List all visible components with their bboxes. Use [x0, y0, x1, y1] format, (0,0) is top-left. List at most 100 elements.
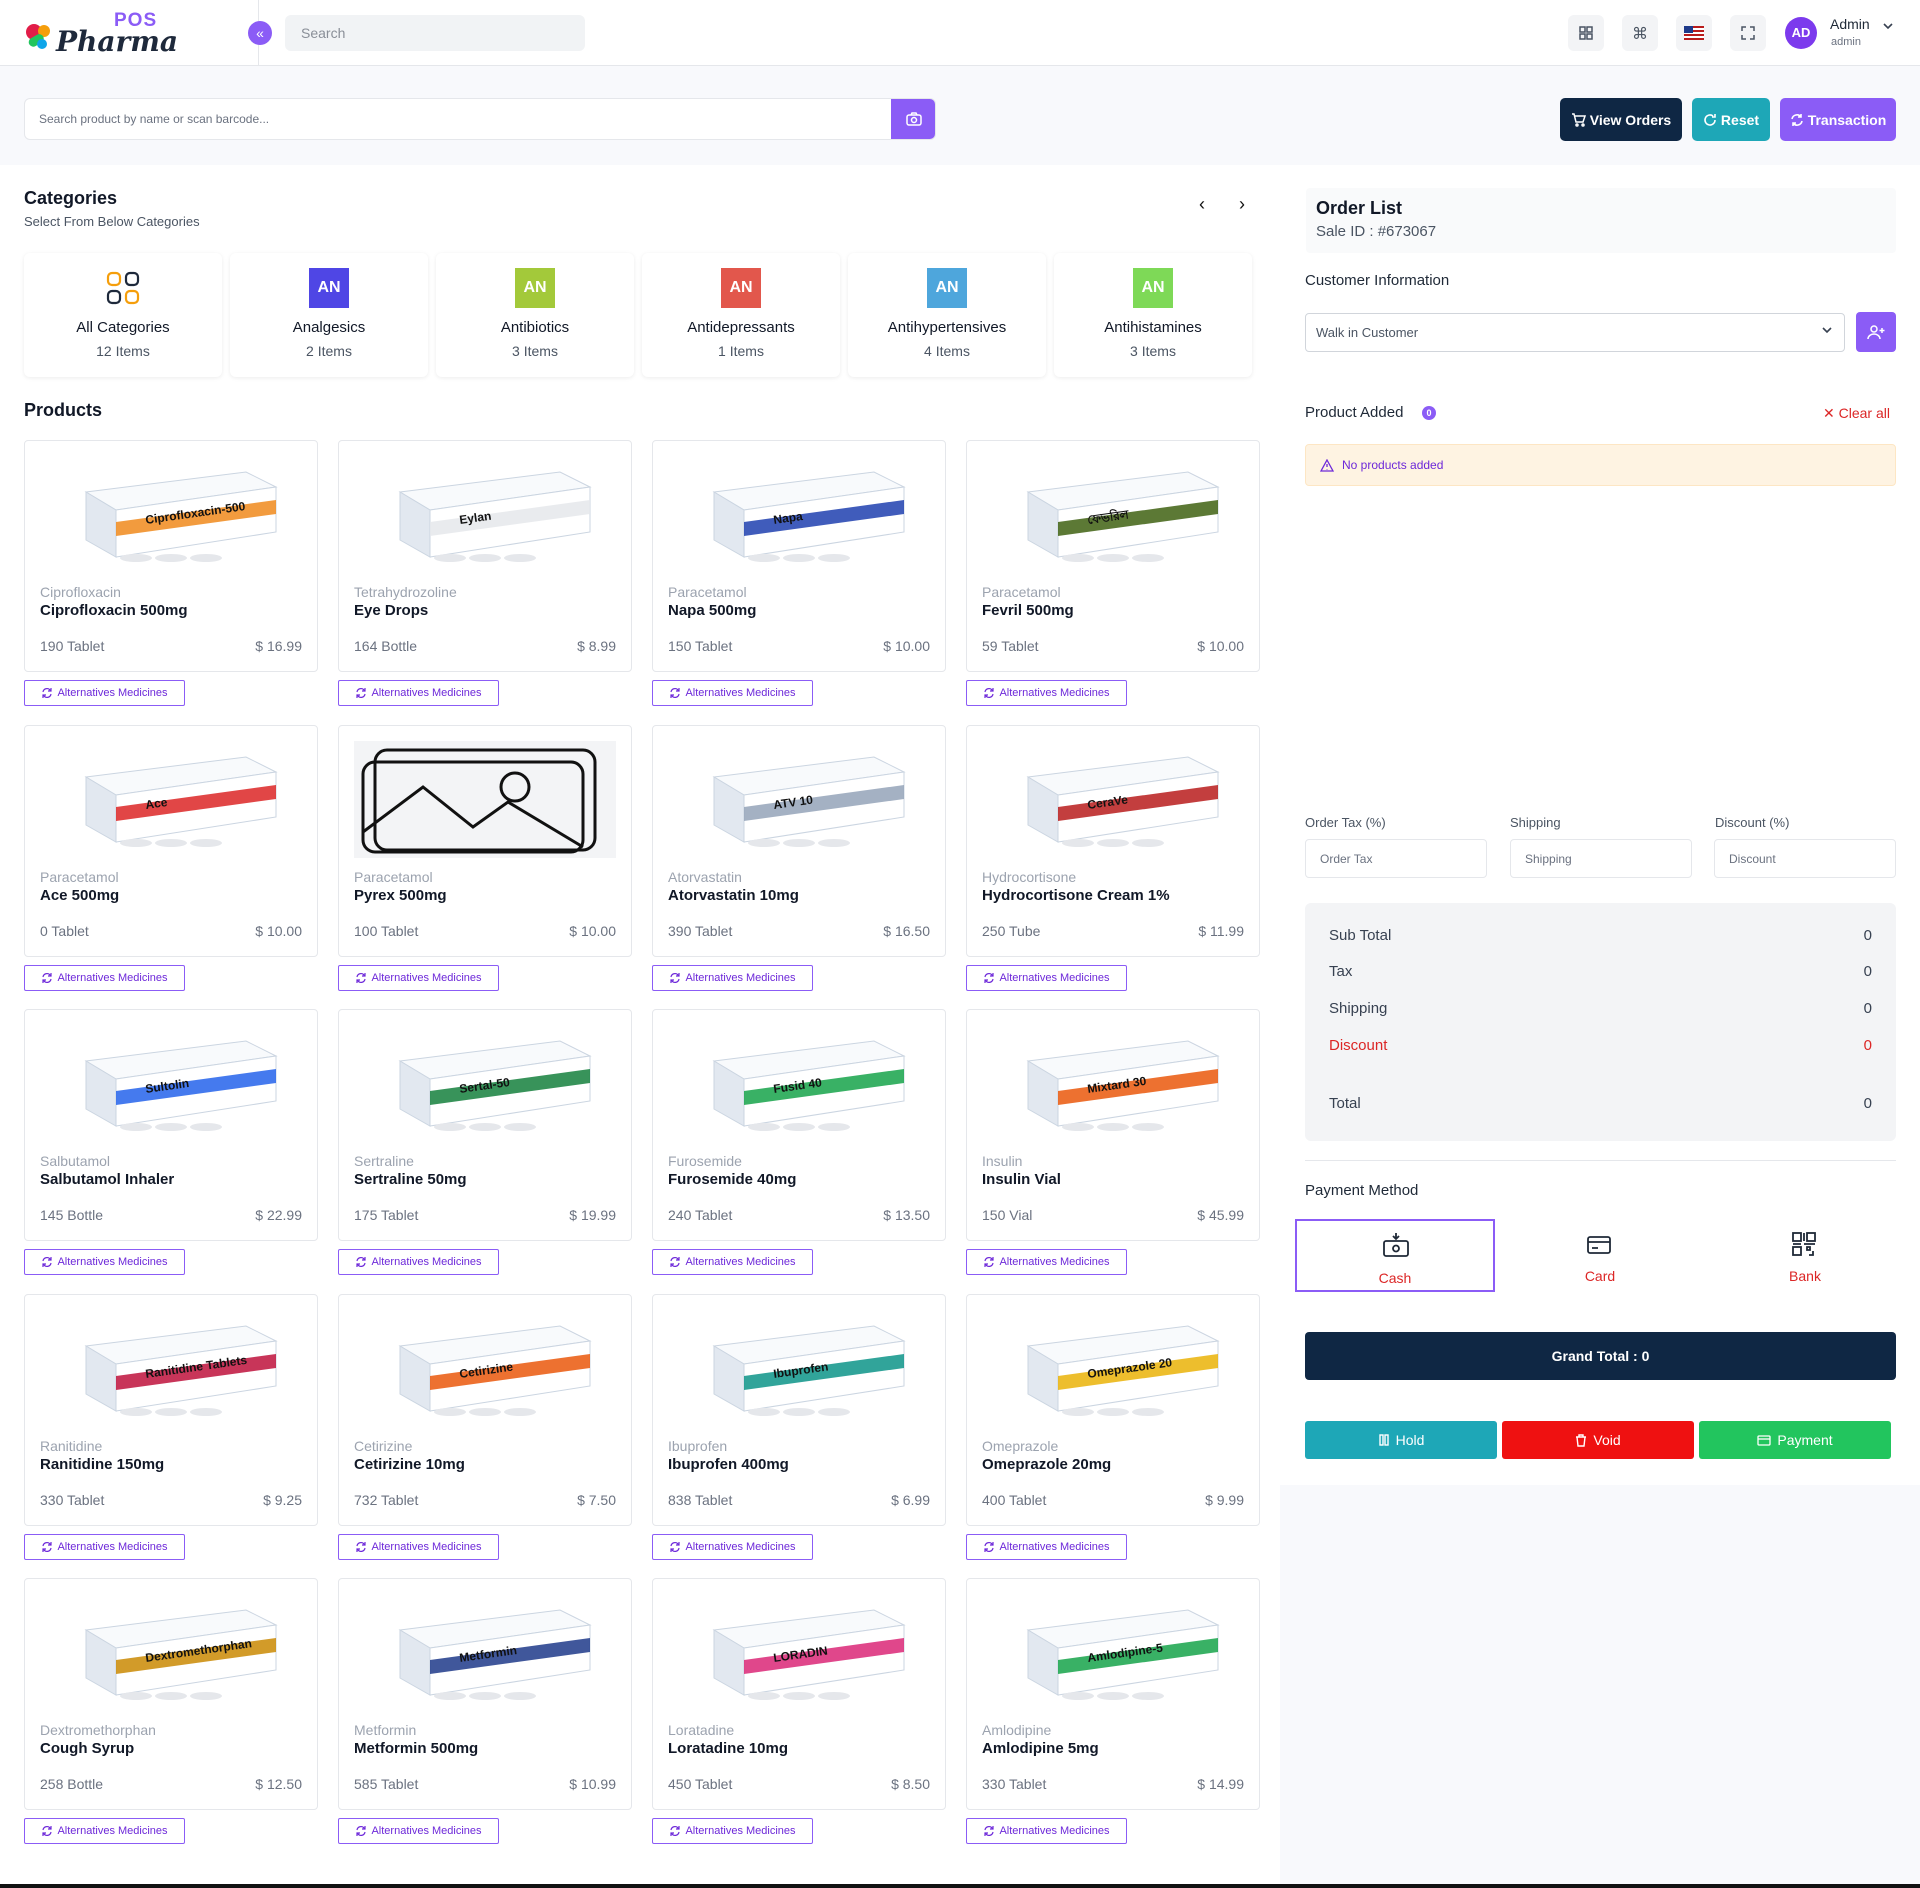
medicine-box-image: Mixtard 30 [1026, 1040, 1220, 1131]
product-card[interactable]: Omeprazole 20 Omeprazole Omeprazole 20mg 40… [966, 1294, 1260, 1526]
alternatives-button[interactable]: Alternatives Medicines [24, 1534, 185, 1560]
alternatives-button[interactable]: Alternatives Medicines [652, 965, 813, 991]
alternatives-button[interactable]: Alternatives Medicines [24, 1818, 185, 1844]
order-tax-input[interactable] [1305, 839, 1487, 878]
hold-button[interactable]: Hold [1305, 1421, 1497, 1459]
category-card[interactable]: AN Antihypertensives 4 Items [848, 253, 1046, 377]
fullscreen-icon[interactable] [1730, 15, 1766, 51]
credit-card-icon [1757, 1434, 1772, 1446]
categories-grid-icon [106, 271, 140, 305]
category-card[interactable]: AN Antidepressants 1 Items [642, 253, 840, 377]
alternatives-button[interactable]: Alternatives Medicines [652, 1534, 813, 1560]
alternatives-button[interactable]: Alternatives Medicines [966, 680, 1127, 706]
discount-input[interactable] [1714, 839, 1896, 878]
category-count: 4 Items [924, 343, 970, 359]
product-price: $ 8.50 [891, 1776, 930, 1792]
customer-info-label: Customer Information [1305, 272, 1450, 289]
alternatives-button[interactable]: Alternatives Medicines [24, 1249, 185, 1275]
void-button[interactable]: Void [1502, 1421, 1694, 1459]
alternatives-button[interactable]: Alternatives Medicines [338, 1249, 499, 1275]
product-search-input[interactable] [25, 99, 891, 139]
reset-button[interactable]: Reset [1692, 98, 1770, 141]
alternatives-label: Alternatives Medicines [685, 1541, 796, 1553]
category-name: Antibiotics [500, 319, 570, 336]
alternatives-button[interactable]: Alternatives Medicines [24, 680, 185, 706]
category-name: Antihypertensives [887, 319, 1007, 336]
product-card[interactable]: Sertal-50 Sertraline Sertraline 50mg 175 Ta… [338, 1009, 632, 1241]
product-card[interactable]: Metformin Metformin Metformin 500mg 585 Tab… [338, 1578, 632, 1810]
avatar[interactable]: AD [1785, 17, 1817, 49]
product-card[interactable]: ফেভরিল Paracetamol Fevril 500mg 59 Tablet $ … [966, 440, 1260, 672]
add-customer-button[interactable] [1856, 312, 1896, 352]
product-card[interactable]: Ibuprofen Ibuprofen Ibuprofen 400mg 838 Tab… [652, 1294, 946, 1526]
alternatives-button[interactable]: Alternatives Medicines [338, 965, 499, 991]
product-card[interactable]: CeraVe Hydrocortisone Hydrocortisone Cream… [966, 725, 1260, 957]
transaction-button[interactable]: Transaction [1780, 98, 1896, 141]
category-card[interactable]: All Categories 12 Items [24, 253, 222, 377]
customer-select[interactable]: Walk in Customer [1305, 313, 1845, 352]
categories-prev-button[interactable]: ‹ [1188, 190, 1216, 218]
swap-icon [984, 1257, 995, 1267]
us-flag-icon[interactable] [1676, 15, 1712, 51]
payment-cash-option[interactable]: Cash [1295, 1219, 1495, 1292]
category-card[interactable]: AN Antibiotics 3 Items [436, 253, 634, 377]
product-card[interactable]: LORADIN Loratadine Loratadine 10mg 450 Tabl… [652, 1578, 946, 1810]
category-card[interactable]: AN Antihistamines 3 Items [1054, 253, 1252, 377]
global-search-input[interactable] [285, 15, 585, 51]
user-name[interactable]: Admin [1830, 16, 1870, 32]
product-card[interactable]: Dextromethorphan Dextromethorphan Cough Sy… [24, 1578, 318, 1810]
category-card[interactable]: AN Analgesics 2 Items [230, 253, 428, 377]
product-card[interactable]: ATV 10 Atorvastatin Atorvastatin 10mg 390 T… [652, 725, 946, 957]
shipping-label: Shipping [1510, 815, 1561, 830]
camera-scan-button[interactable] [891, 99, 935, 139]
product-card[interactable]: Amlodipine-5 Amlodipine Amlodipine 5mg 330 … [966, 1578, 1260, 1810]
alternatives-button[interactable]: Alternatives Medicines [966, 1534, 1127, 1560]
product-card[interactable]: Ciprofloxacin-500 Ciprofloxacin Ciprofloxa… [24, 440, 318, 672]
chevron-down-icon[interactable] [1882, 20, 1894, 32]
alternatives-button[interactable]: Alternatives Medicines [652, 1818, 813, 1844]
product-card[interactable]: Fusid 40 Furosemide Furosemide 40mg 240 Tab… [652, 1009, 946, 1241]
collapse-sidebar-button[interactable]: « [248, 21, 272, 45]
categories-next-button[interactable]: › [1228, 190, 1256, 218]
product-card[interactable]: Napa Paracetamol Napa 500mg 150 Tablet $ 10.… [652, 440, 946, 672]
view-orders-button[interactable]: View Orders [1560, 98, 1682, 141]
alternatives-button[interactable]: Alternatives Medicines [652, 1249, 813, 1275]
category-count: 1 Items [718, 343, 764, 359]
logo[interactable]: POS Pharma [24, 10, 178, 58]
product-card[interactable]: Ace Paracetamol Ace 500mg 0 Tablet $ 10.00 [24, 725, 318, 957]
categories-title: Categories [24, 188, 118, 208]
medicine-box-image: ফেভরিল [1026, 471, 1220, 562]
product-image: CeraVe [982, 741, 1244, 858]
swap-icon [670, 688, 681, 698]
payment-card-option[interactable]: Card [1500, 1219, 1700, 1292]
command-icon[interactable]: ⌘ [1622, 15, 1658, 51]
alternatives-button[interactable]: Alternatives Medicines [338, 1818, 499, 1844]
grid-icon[interactable] [1568, 15, 1604, 51]
view-orders-label: View Orders [1589, 111, 1672, 128]
shipping-input[interactable] [1510, 839, 1692, 878]
product-card[interactable]: Eylan Tetrahydrozoline Eye Drops 164 Bottle… [338, 440, 632, 672]
alternatives-button[interactable]: Alternatives Medicines [966, 1818, 1127, 1844]
refresh-icon [1704, 113, 1716, 126]
alternatives-button[interactable]: Alternatives Medicines [966, 1249, 1127, 1275]
alternatives-button[interactable]: Alternatives Medicines [652, 680, 813, 706]
product-card[interactable]: Paracetamol Pyrex 500mg 100 Tablet $ 10.00 [338, 725, 632, 957]
card-label: Card [1584, 1268, 1616, 1284]
alternatives-button[interactable]: Alternatives Medicines [24, 965, 185, 991]
product-stock: 450 Tablet [668, 1776, 733, 1792]
product-card[interactable]: Cetirizine Cetirizine Cetirizine 10mg 732 T… [338, 1294, 632, 1526]
user-role: admin [1831, 36, 1861, 48]
clear-all-button[interactable]: ✕ Clear all [1823, 405, 1890, 422]
product-card[interactable]: Sultolin Salbutamol Salbutamol Inhaler 145 … [24, 1009, 318, 1241]
cash-icon [1383, 1233, 1409, 1257]
payment-bank-option[interactable]: Bank [1705, 1219, 1905, 1292]
alternatives-label: Alternatives Medicines [57, 687, 168, 699]
alternatives-button[interactable]: Alternatives Medicines [966, 965, 1127, 991]
alternatives-button[interactable]: Alternatives Medicines [338, 680, 499, 706]
product-card[interactable]: Ranitidine Tablets Ranitidine Ranitidine 1… [24, 1294, 318, 1526]
payment-button[interactable]: Payment [1699, 1421, 1891, 1459]
swap-icon [356, 973, 367, 983]
product-generic: Salbutamol [40, 1153, 111, 1169]
alternatives-button[interactable]: Alternatives Medicines [338, 1534, 499, 1560]
product-card[interactable]: Mixtard 30 Insulin Insulin Vial 150 Vial $ 4… [966, 1009, 1260, 1241]
